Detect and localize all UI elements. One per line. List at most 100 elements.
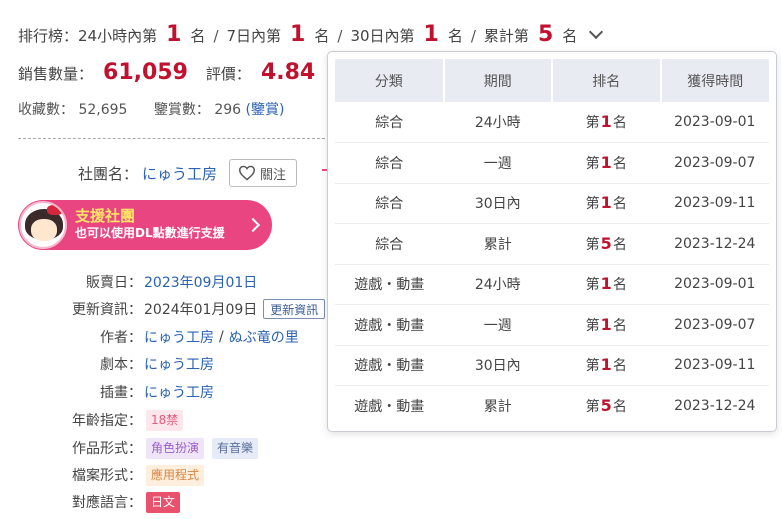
sales-value: 61,059 xyxy=(103,60,188,85)
row-date: 2023-12-24 xyxy=(674,398,756,414)
follow-label: 關注 xyxy=(260,167,287,183)
rank-value: 1 xyxy=(600,112,612,131)
ranking-30d-prefix: 30日內第 xyxy=(350,27,415,45)
row-date: 2023-09-07 xyxy=(660,142,769,184)
rank-suffix: 名 xyxy=(612,358,627,375)
file-row: 檔案形式： 應用程式 xyxy=(58,464,205,486)
row-rank: 第5名 xyxy=(552,223,661,265)
row-category: 綜合 xyxy=(335,223,444,265)
row-period: 一週 xyxy=(443,304,552,346)
ranking-total-value: 5 xyxy=(537,22,554,47)
age-row: 年齡指定： 18禁 xyxy=(58,409,184,431)
row-date: 2023-09-11 xyxy=(660,345,769,386)
rank-suffix: 名 xyxy=(612,236,627,253)
row-category: 遊戲・動畫 xyxy=(335,304,444,346)
author-link[interactable]: にゅう工房 xyxy=(144,327,214,347)
rating-label: 評價： xyxy=(205,65,251,83)
table-row: 綜合 24小時 第1名 2023-09-01 xyxy=(335,102,769,143)
table-row: 遊戲・動畫 24小時 第1名 2023-09-01 xyxy=(335,264,769,305)
header-date: 獲得時間 xyxy=(660,59,769,102)
header-rank: 排名 xyxy=(552,59,662,102)
row-period: 30日內 xyxy=(443,345,552,386)
row-category: 綜合 xyxy=(335,142,444,184)
release-date-link[interactable]: 2023年09月01日 xyxy=(144,272,257,292)
author-separator: / xyxy=(219,329,224,345)
format-label: 作品形式： xyxy=(72,441,142,457)
row-category: 遊戲・動畫 xyxy=(335,345,444,386)
rank-value: 5 xyxy=(600,396,612,415)
rank-prefix: 第 xyxy=(585,277,600,294)
row-period: 24小時 xyxy=(443,102,552,143)
chevron-down-icon[interactable] xyxy=(589,24,604,40)
table-row: 綜合 30日內 第1名 2023-09-11 xyxy=(335,183,769,224)
circle-row: 社團名： にゅう工房 關注 xyxy=(78,159,298,187)
release-label: 販賣日： xyxy=(86,275,142,291)
age-label: 年齡指定： xyxy=(72,413,142,429)
rank-value: 5 xyxy=(600,233,612,253)
row-rank: 第1名 xyxy=(552,304,661,346)
rank-value: 1 xyxy=(600,355,612,375)
rank-prefix: 第 xyxy=(585,358,600,375)
row-period: 30日內 xyxy=(443,183,552,224)
header-category: 分類 xyxy=(335,59,445,102)
author-link-2[interactable]: ぬぶ竜の里 xyxy=(229,327,299,347)
update-date: 2024年01月09日 xyxy=(144,302,258,318)
favorites-reviews: 收藏數： 52,695 鑒賞數： 296 (鑒賞) xyxy=(18,99,284,119)
rank-prefix: 第 xyxy=(585,317,600,334)
circle-name-link[interactable]: にゅう工房 xyxy=(142,163,217,184)
lang-label: 對應語言： xyxy=(72,495,142,511)
file-tag[interactable]: 應用程式 xyxy=(146,464,205,486)
ranking-separator: / xyxy=(213,27,219,45)
support-circle-banner[interactable]: 支援社團 也可以使用DL點數進行支援 xyxy=(18,200,272,250)
ranking-summary[interactable]: 排行榜： 24小時內第 1 名 / 7日內第 1 名 / 30日內第 1 名 /… xyxy=(18,22,604,52)
scenario-label: 劇本： xyxy=(100,357,142,373)
ranking-30d-suffix: 名 xyxy=(447,27,463,45)
ranking-7d-prefix: 7日內第 xyxy=(226,27,282,45)
format-row: 作品形式： 角色扮演 有音樂 xyxy=(58,437,259,459)
table-row: 遊戲・動畫 一週 第1名 2023-09-07 xyxy=(335,304,769,346)
file-label: 檔案形式： xyxy=(72,468,142,484)
format-tag-music[interactable]: 有音樂 xyxy=(212,437,259,459)
release-row: 販賣日： 2023年09月01日 xyxy=(58,271,257,293)
author-label: 作者： xyxy=(100,330,142,346)
rank-suffix: 名 xyxy=(612,399,627,415)
update-row: 更新資訊： 2024年01月09日 更新資訊 xyxy=(58,298,326,320)
row-rank: 第1名 xyxy=(552,345,661,386)
rating-value: 4.84 xyxy=(260,60,316,85)
favorites-label: 收藏數： xyxy=(18,102,74,118)
rank-prefix: 第 xyxy=(585,115,600,131)
ranking-separator: / xyxy=(337,27,343,45)
row-rank: 第1名 xyxy=(552,264,661,305)
row-category: 遊戲・動畫 xyxy=(354,399,425,415)
ranking-7d-suffix: 名 xyxy=(314,27,330,45)
lang-tag[interactable]: 日文 xyxy=(146,491,181,513)
row-period: 累計 xyxy=(443,223,552,265)
illust-label: 插畫： xyxy=(100,385,142,401)
scenario-link[interactable]: にゅう工房 xyxy=(144,354,214,374)
row-period: 一週 xyxy=(443,142,552,184)
favorites-value: 52,695 xyxy=(78,102,128,118)
author-row: 作者： にゅう工房 / ぬぶ竜の里 xyxy=(58,326,299,348)
format-tag-rpg[interactable]: 角色扮演 xyxy=(146,437,205,459)
row-date: 2023-09-01 xyxy=(660,264,769,305)
follow-button[interactable]: 關注 xyxy=(229,159,298,187)
heart-icon xyxy=(239,165,256,181)
lang-row: 對應語言： 日文 xyxy=(58,491,181,513)
rank-value: 1 xyxy=(600,274,612,294)
update-label: 更新資訊： xyxy=(72,302,142,318)
ranking-popover: 分類 期間 排名 獲得時間 綜合 24小時 第1名 2023-09-01 綜合 一週 第1名… xyxy=(322,51,777,432)
scenario-row: 劇本： にゅう工房 xyxy=(58,353,214,375)
rank-suffix: 名 xyxy=(612,115,627,131)
sales-rating: 銷售數量： 61,059 評價： 4.84 xyxy=(18,60,315,85)
update-info-button[interactable]: 更新資訊 xyxy=(263,299,326,319)
illust-link[interactable]: にゅう工房 xyxy=(144,382,214,402)
rank-suffix: 名 xyxy=(612,317,627,334)
age-tag[interactable]: 18禁 xyxy=(146,409,184,431)
divider xyxy=(18,138,330,139)
row-rank: 第1名 xyxy=(552,183,661,224)
ranking-24h-value: 1 xyxy=(166,22,182,47)
reviews-link[interactable]: (鑒賞) xyxy=(246,102,285,118)
sales-label: 銷售數量： xyxy=(18,65,94,83)
rank-value: 1 xyxy=(600,152,612,172)
ranking-24h-prefix: 24小時內第 xyxy=(78,27,158,45)
